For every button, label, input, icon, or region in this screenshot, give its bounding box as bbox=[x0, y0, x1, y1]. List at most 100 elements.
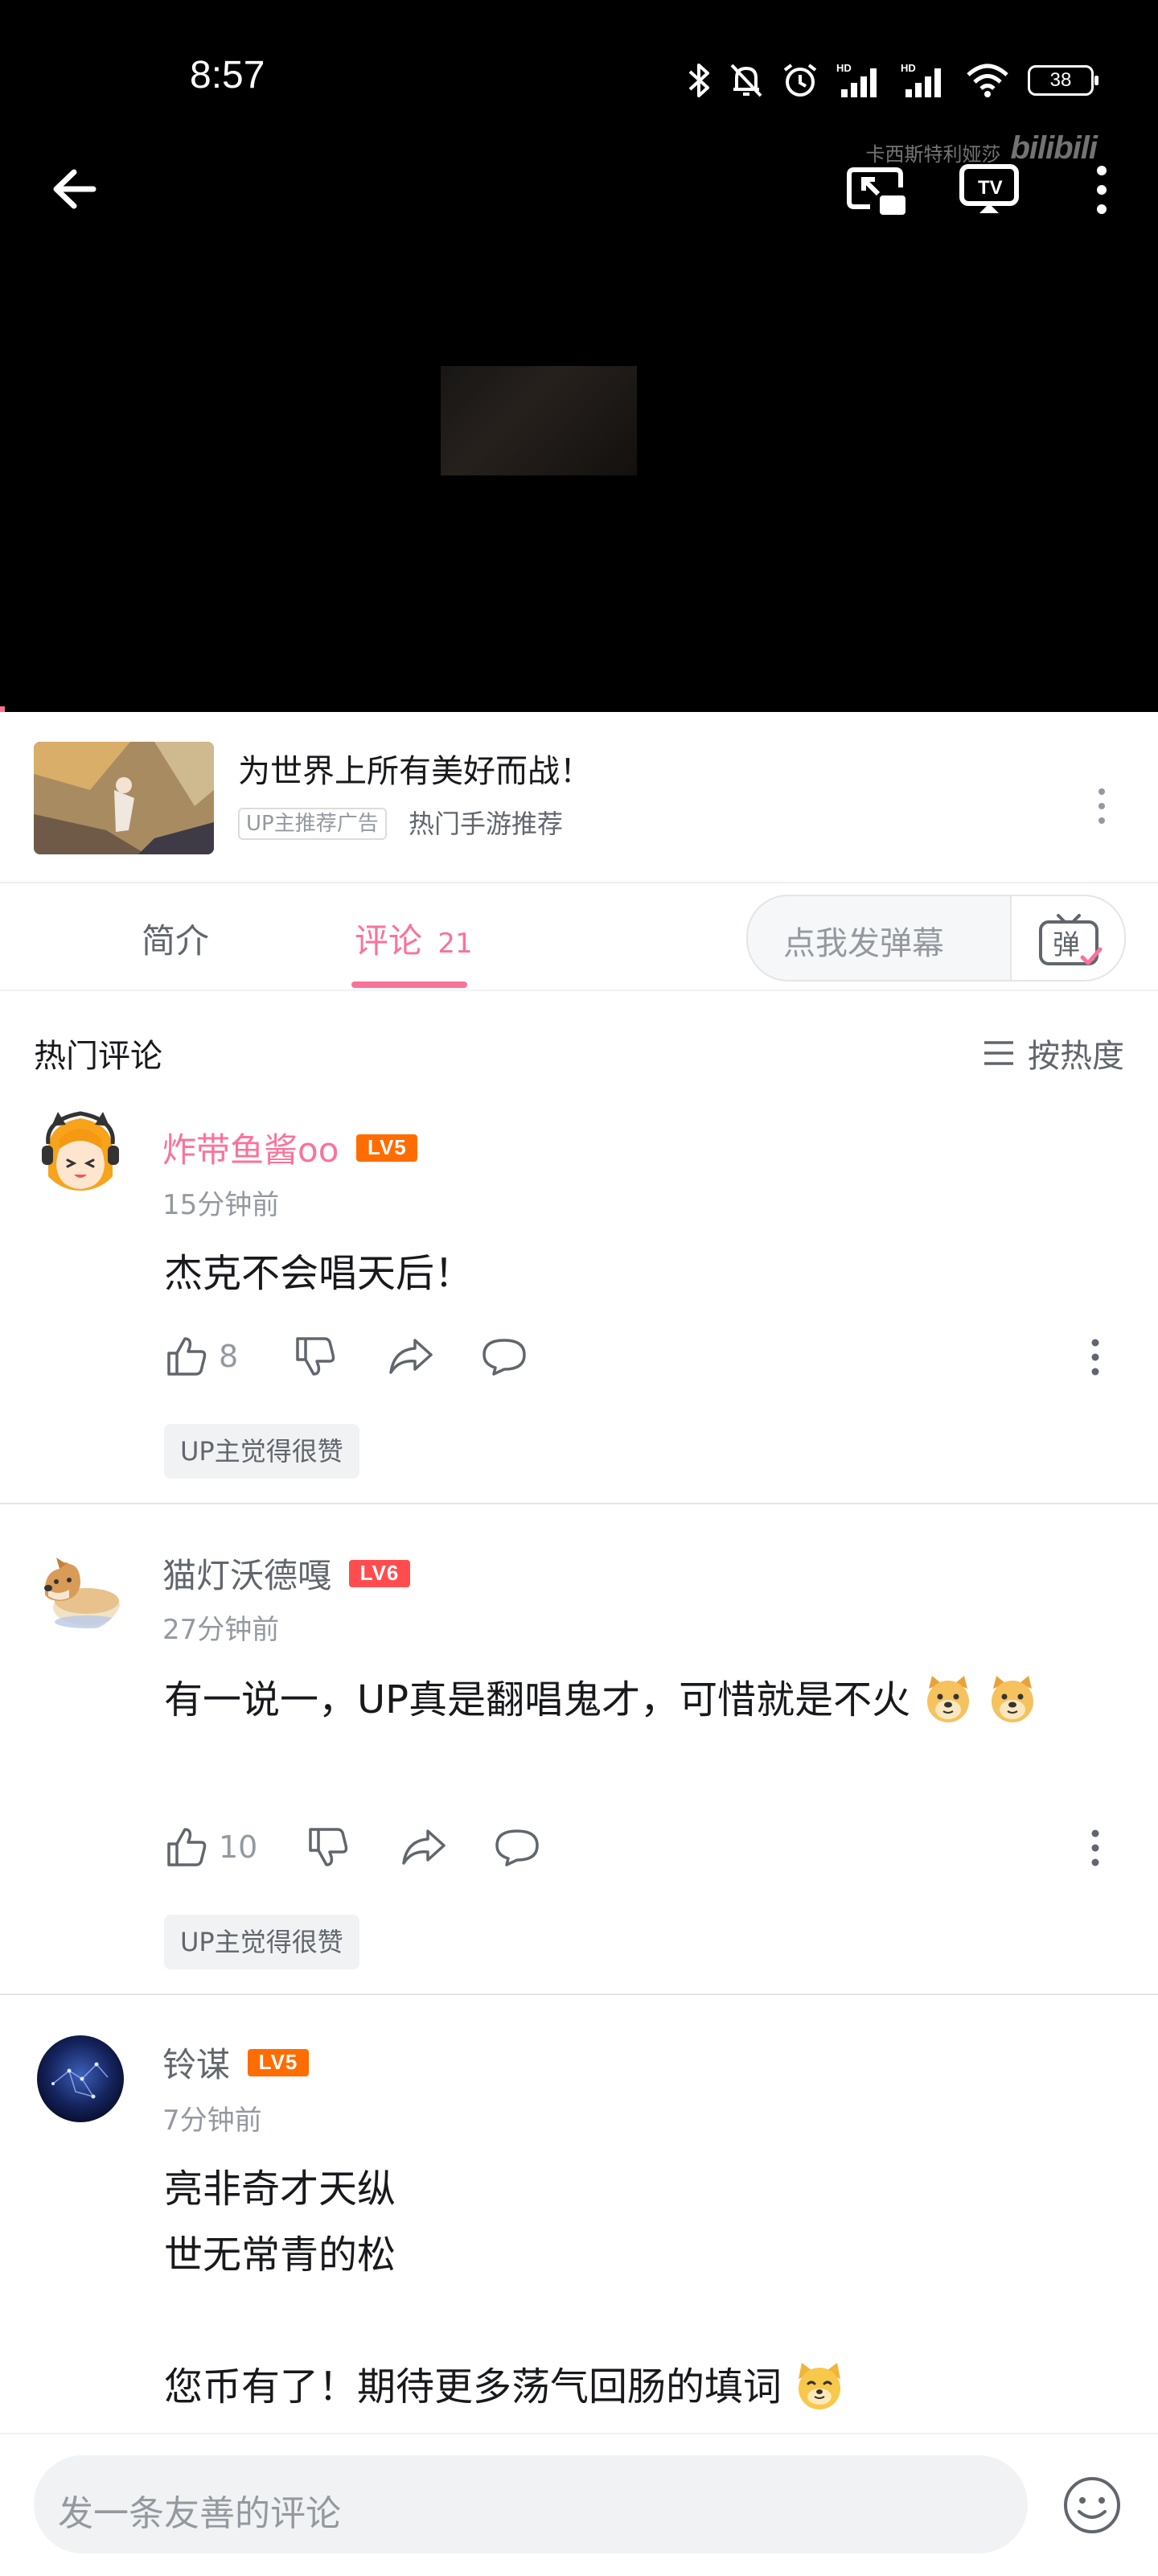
like-count: 8 bbox=[219, 1339, 239, 1374]
comment-actions: 10 bbox=[164, 1825, 540, 1870]
reply-icon[interactable] bbox=[481, 1334, 528, 1379]
reply-icon[interactable] bbox=[494, 1825, 540, 1870]
signal-1-icon: HD bbox=[836, 62, 877, 97]
signal-2-icon: HD bbox=[901, 62, 941, 97]
doge-emoji-icon bbox=[991, 1676, 1033, 1722]
share-icon[interactable] bbox=[388, 1334, 434, 1379]
like-button[interactable]: 10 bbox=[164, 1825, 257, 1870]
tv-cast-icon: TV bbox=[959, 164, 1019, 213]
avatar-image bbox=[37, 1545, 124, 1632]
comment-input[interactable]: 发一条友善的评论 bbox=[34, 2455, 1028, 2553]
username[interactable]: 铃谋 bbox=[162, 2038, 230, 2087]
tab-bar: 简介 评论 21 点我发弹幕 弹 bbox=[0, 883, 1158, 991]
danmu-btn-label: 弹 bbox=[1053, 929, 1080, 961]
level-badge: LV6 bbox=[349, 1559, 411, 1587]
svg-text:HD: HD bbox=[836, 62, 852, 74]
danmu-placeholder: 点我发弹幕 bbox=[783, 925, 944, 962]
mute-bell-icon bbox=[730, 64, 762, 97]
thumbs-up-icon bbox=[167, 1828, 207, 1866]
sort-by-hot-button[interactable]: 按热度 bbox=[983, 1030, 1124, 1076]
comment-time: 27分钟前 bbox=[162, 1614, 280, 1646]
player-more-button[interactable] bbox=[1086, 158, 1118, 222]
comment-text[interactable]: 杰克不会唱天后！ bbox=[164, 1241, 473, 1307]
like-count: 10 bbox=[219, 1829, 258, 1865]
comment-input-placeholder: 发一条友善的评论 bbox=[58, 2493, 341, 2534]
ad-more-icon[interactable] bbox=[1094, 782, 1110, 830]
avatar-image bbox=[37, 2035, 124, 2122]
battery-icon: 38 bbox=[1028, 65, 1098, 96]
level-badge: LV5 bbox=[356, 1134, 418, 1162]
svg-text:TV: TV bbox=[978, 177, 1003, 199]
alarm-icon bbox=[783, 64, 817, 97]
ad-thumbnail-art bbox=[34, 742, 214, 854]
up-liked-tag: UP主觉得很赞 bbox=[164, 1424, 359, 1479]
comment-line: 您币有了！期待更多荡气回肠的填词 bbox=[164, 2354, 1081, 2420]
list-icon bbox=[984, 1041, 1013, 1065]
emoji-picker-icon[interactable] bbox=[1060, 2473, 1124, 2537]
danmu-input[interactable]: 点我发弹幕 弹 bbox=[746, 895, 1126, 981]
divider bbox=[0, 1503, 1158, 1504]
up-liked-tag: UP主觉得很赞 bbox=[164, 1915, 359, 1969]
share-icon[interactable] bbox=[400, 1825, 447, 1870]
status-icons: HD HD 38 bbox=[687, 60, 1098, 101]
tab-active-indicator bbox=[351, 981, 467, 988]
danmu-icon: 弹 bbox=[1039, 914, 1103, 965]
hot-comments-title: 热门评论 bbox=[34, 1038, 162, 1075]
ad-banner[interactable]: 为世界上所有美好而战！ UP主推荐广告 热门手游推荐 bbox=[0, 713, 1158, 883]
ad-subtitle: 热门手游推荐 bbox=[409, 809, 564, 839]
avatar[interactable] bbox=[37, 2035, 124, 2122]
avatar[interactable] bbox=[37, 1104, 124, 1191]
video-player[interactable]: 8:57 HD HD 38 卡西斯特利娅莎 bilibili TV bbox=[0, 0, 1158, 712]
comment-header: 猫灯沃德嘎 LV6 bbox=[162, 1549, 411, 1598]
comment-text-content: 有一说一，UP真是翻唱鬼才，可惜就是不火 bbox=[164, 1677, 911, 1722]
comment-header: 炸带鱼酱oo LV5 bbox=[162, 1123, 418, 1172]
comment-line: 亮非奇才天纵 bbox=[164, 2167, 396, 2212]
avatar-image bbox=[37, 1104, 124, 1191]
tab-intro[interactable]: 简介 bbox=[142, 914, 209, 963]
cast-tv-button[interactable]: TV bbox=[957, 158, 1021, 222]
ad-thumbnail[interactable] bbox=[34, 742, 214, 854]
tab-comments-label: 评论 bbox=[355, 921, 423, 961]
watermark-brand: bilibili bbox=[1010, 130, 1098, 166]
danmu-toggle-button[interactable]: 弹 bbox=[1010, 896, 1124, 980]
bluetooth-icon bbox=[688, 64, 709, 97]
comment-input-bar: 发一条友善的评论 bbox=[0, 2433, 1158, 2576]
divider bbox=[0, 1994, 1158, 1995]
pip-button[interactable] bbox=[844, 158, 909, 222]
comment-text[interactable]: 有一说一，UP真是翻唱鬼才，可惜就是不火 bbox=[164, 1667, 1081, 1733]
video-frame bbox=[441, 366, 637, 475]
comment-more-icon[interactable] bbox=[1087, 1333, 1103, 1381]
comment-line-text: 您币有了！期待更多荡气回肠的填词 bbox=[164, 2364, 782, 2409]
picture-in-picture-icon bbox=[847, 167, 905, 215]
battery-level: 38 bbox=[1049, 69, 1072, 91]
comment-actions: 8 bbox=[164, 1334, 528, 1379]
comment-time: 7分钟前 bbox=[162, 2105, 262, 2137]
username[interactable]: 猫灯沃德嘎 bbox=[162, 1549, 331, 1598]
thumbs-down-icon[interactable] bbox=[306, 1825, 351, 1870]
ad-badge: UP主推荐广告 bbox=[238, 808, 387, 840]
comment-header: 铃谋 LV5 bbox=[162, 2038, 310, 2087]
comment-line-blank bbox=[164, 2288, 1081, 2354]
ad-title[interactable]: 为世界上所有美好而战！ bbox=[238, 745, 592, 792]
more-vertical-icon bbox=[1097, 166, 1107, 214]
tab-comments[interactable]: 评论 21 bbox=[355, 914, 473, 963]
thumbs-down-icon[interactable] bbox=[293, 1334, 338, 1379]
level-badge: LV5 bbox=[248, 2048, 310, 2076]
sort-label: 按热度 bbox=[1028, 1038, 1124, 1075]
comment-time: 15分钟前 bbox=[162, 1189, 280, 1221]
username[interactable]: 炸带鱼酱oo bbox=[162, 1123, 339, 1172]
comment-line: 世无常青的松 bbox=[164, 2232, 396, 2278]
comment-more-icon[interactable] bbox=[1087, 1824, 1103, 1872]
progress-bar[interactable] bbox=[0, 706, 5, 712]
cat-emoji-icon bbox=[799, 2363, 841, 2409]
status-time: 8:57 bbox=[190, 54, 265, 97]
comment-text[interactable]: 亮非奇才天纵 世无常青的松 您币有了！期待更多荡气回肠的填词 bbox=[164, 2156, 1081, 2420]
tab-comments-count: 21 bbox=[437, 928, 473, 960]
wifi-icon bbox=[967, 64, 1008, 97]
svg-text:HD: HD bbox=[901, 62, 916, 74]
doge-emoji-icon bbox=[927, 1676, 970, 1722]
back-arrow-icon[interactable] bbox=[48, 161, 113, 217]
like-button[interactable]: 8 bbox=[164, 1334, 238, 1379]
thumbs-up-icon bbox=[167, 1337, 207, 1376]
avatar[interactable] bbox=[37, 1545, 124, 1632]
